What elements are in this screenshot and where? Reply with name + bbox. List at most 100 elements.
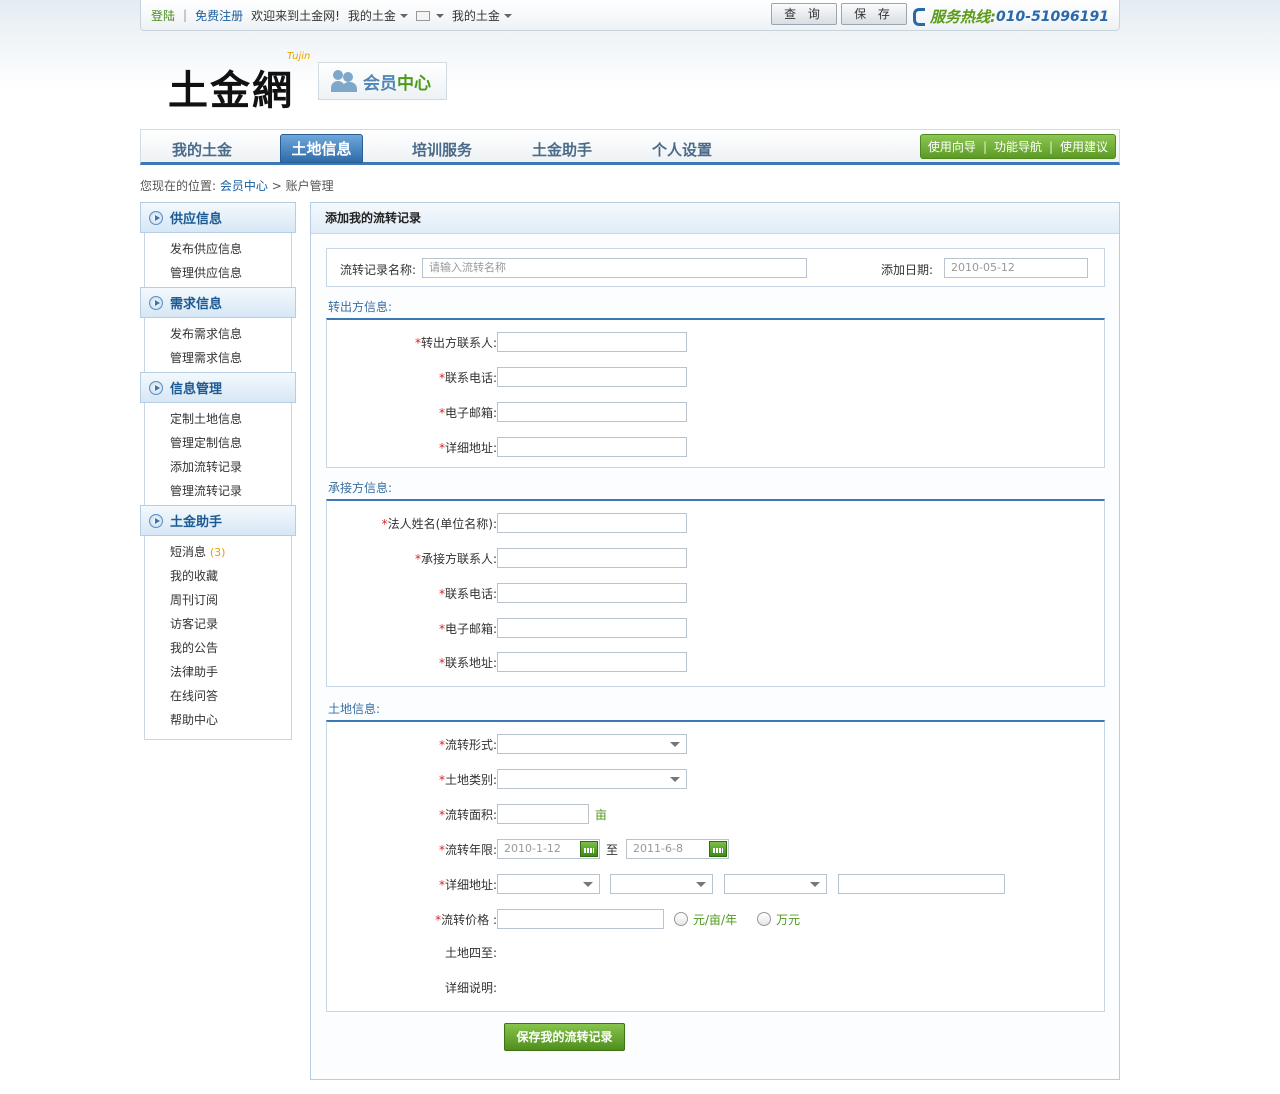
function-nav-link[interactable]: 功能导航 (994, 138, 1042, 155)
sidebar-item-legal[interactable]: 法律助手 (170, 660, 291, 684)
sidebar-item-favorites[interactable]: 我的收藏 (170, 564, 291, 588)
chevron-down-icon (503, 14, 512, 18)
transferor-contact-input[interactable] (497, 332, 687, 352)
sidebar-item-manage-custom[interactable]: 管理定制信息 (170, 431, 291, 455)
sidebar-item-manage-demand[interactable]: 管理需求信息 (170, 346, 291, 370)
land-type-select[interactable] (497, 769, 687, 789)
add-date-input[interactable]: 2010-05-12 (944, 258, 1088, 278)
form-row: 详细说明: (327, 979, 497, 996)
area-input[interactable] (497, 804, 589, 824)
sidebar-group-supply[interactable]: 供应信息 (140, 202, 296, 233)
field-label: *详细地址: (438, 440, 497, 455)
my-tujin-dropdown[interactable]: 我的土金 (348, 7, 408, 24)
sidebar-group-demand[interactable]: 需求信息 (140, 287, 296, 318)
form-row: 土地四至: (327, 944, 497, 961)
sidebar-item-help[interactable]: 帮助中心 (170, 708, 291, 732)
address-detail-input[interactable] (838, 874, 1005, 894)
record-name-input[interactable]: 请输入流转名称 (422, 258, 807, 278)
sidebar-item-add-record[interactable]: 添加流转记录 (170, 455, 291, 479)
field-label: *电子邮箱: (438, 405, 497, 420)
sidebar-group-assistant[interactable]: 土金助手 (140, 505, 296, 536)
sidebar-group-title: 供应信息 (170, 212, 223, 227)
sidebar-item-manage-record[interactable]: 管理流转记录 (170, 479, 291, 503)
price-input[interactable] (497, 909, 664, 929)
form-row: *电子邮箱: (327, 618, 687, 638)
sidebar-group-title: 土金助手 (170, 515, 223, 530)
term-to-label: 至 (606, 842, 619, 857)
price-unit2-radio[interactable] (757, 912, 772, 926)
save-record-button[interactable]: 保存我的流转记录 (504, 1023, 625, 1051)
hotline: 服务热线: 010-51096191 (913, 6, 1109, 27)
members-icon (331, 70, 357, 92)
top-bar: 登陆 | 免费注册 欢迎来到土金网! 我的土金 我的土金 查 询 保 存 服务热… (140, 0, 1120, 31)
login-link[interactable]: 登陆 (151, 7, 175, 24)
site-logo[interactable]: 土金網 (168, 58, 294, 116)
price-unit1-radio[interactable] (674, 912, 688, 926)
nav-item-training[interactable]: 培训服务 (412, 139, 472, 160)
chevron-down-icon (399, 14, 408, 18)
chevron-down-icon (435, 13, 444, 18)
mail-dropdown[interactable] (415, 8, 444, 22)
transfer-form-select[interactable] (497, 734, 687, 754)
city-select[interactable] (610, 874, 713, 894)
nav-item-assistant[interactable]: 土金助手 (532, 139, 592, 160)
description-label: 详细说明: (444, 981, 497, 995)
province-select[interactable] (497, 874, 600, 894)
sidebar-item-manage-supply[interactable]: 管理供应信息 (170, 261, 291, 285)
sidebar-item-publish-supply[interactable]: 发布供应信息 (170, 237, 291, 261)
sidebar-item-notices[interactable]: 我的公告 (170, 636, 291, 660)
form-row: *承接方联系人: (327, 548, 687, 568)
suggestion-link[interactable]: 使用建议 (1060, 138, 1108, 155)
nav-item-my-tujin[interactable]: 我的土金 (172, 139, 232, 160)
field-label: *法人姓名(单位名称): (381, 516, 497, 531)
legal-name-input[interactable] (497, 513, 687, 533)
transferor-phone-input[interactable] (497, 367, 687, 387)
breadcrumb-home[interactable]: 会员中心 (220, 179, 268, 193)
county-select[interactable] (724, 874, 827, 894)
guide-link[interactable]: 使用向导 (928, 138, 976, 155)
member-center-badge: 会员 中心 (318, 62, 447, 100)
transferee-email-input[interactable] (497, 618, 687, 638)
welcome-text: 欢迎来到土金网! (251, 8, 340, 23)
query-button[interactable]: 查 询 (771, 3, 837, 25)
register-link[interactable]: 免费注册 (195, 7, 243, 24)
phone-icon (913, 7, 926, 26)
breadcrumb: 您现在的位置: 会员中心 > 账户管理 (140, 177, 334, 194)
sidebar-item-visitors[interactable]: 访客记录 (170, 612, 291, 636)
area-unit: 亩 (595, 807, 608, 822)
record-name-label: 流转记录名称: (340, 263, 417, 277)
transferor-address-input[interactable] (497, 437, 687, 457)
form-row: *联系电话: (327, 583, 687, 603)
message-count-badge: (3) (209, 546, 226, 559)
field-label: *土地类别: (438, 772, 497, 787)
my-tujin-label: 我的土金 (347, 8, 396, 23)
field-label: *流转价格 : (435, 912, 497, 927)
transferee-address-input[interactable] (497, 652, 687, 672)
transferee-contact-input[interactable] (497, 548, 687, 568)
mail-icon (415, 10, 430, 21)
transferee-phone-input[interactable] (497, 583, 687, 603)
field-label: *联系地址: (438, 655, 497, 670)
sidebar-item-custom-land[interactable]: 定制土地信息 (170, 407, 291, 431)
nav-item-settings[interactable]: 个人设置 (652, 139, 712, 160)
separator: | (183, 8, 188, 22)
save-button[interactable]: 保 存 (841, 3, 907, 25)
calendar-icon[interactable] (580, 841, 598, 857)
calendar-icon[interactable] (709, 841, 728, 857)
sidebar-group-info-manage[interactable]: 信息管理 (140, 372, 296, 403)
center-label: 中心 (397, 73, 431, 94)
sidebar-item-qa[interactable]: 在线问答 (170, 684, 291, 708)
transferor-email-input[interactable] (497, 402, 687, 422)
my-tujin-dropdown-2[interactable]: 我的土金 (452, 7, 512, 24)
separator: | (982, 139, 987, 154)
nav-item-land-info[interactable]: 土地信息 (280, 134, 363, 163)
price-unit1-label: 元/亩/年 (693, 912, 738, 927)
sidebar-group-title: 信息管理 (170, 382, 223, 397)
sidebar-bottom (144, 734, 292, 740)
sidebar-group-title: 需求信息 (170, 297, 223, 312)
sidebar-item-messages[interactable]: 短消息 (3) (170, 540, 291, 564)
field-label: *电子邮箱: (438, 621, 497, 636)
form-row: *法人姓名(单位名称): (327, 513, 687, 533)
sidebar-item-weekly[interactable]: 周刊订阅 (170, 588, 291, 612)
sidebar-item-publish-demand[interactable]: 发布需求信息 (170, 322, 291, 346)
